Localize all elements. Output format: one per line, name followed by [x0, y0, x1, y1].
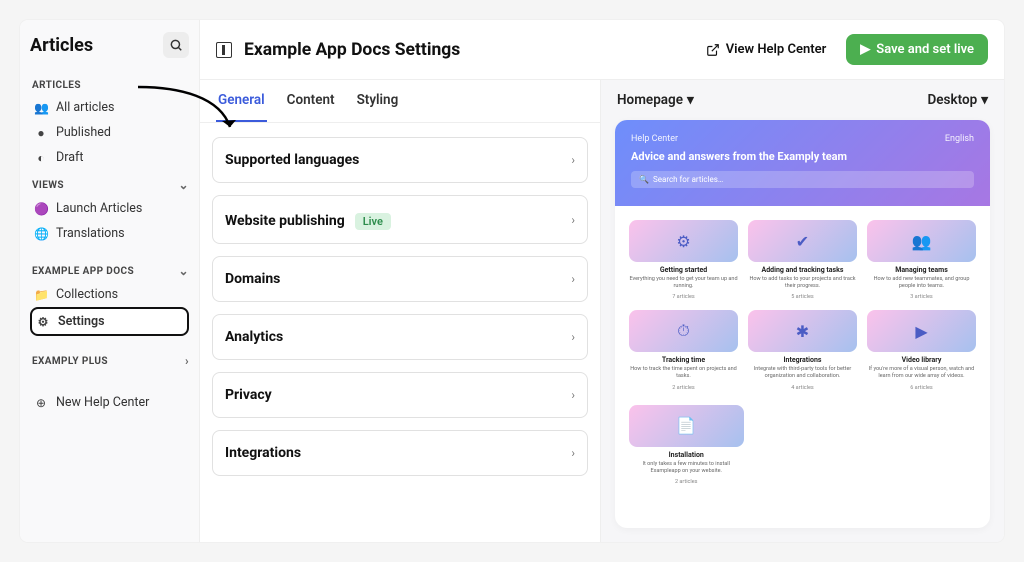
- folder-icon: 📁: [34, 288, 48, 302]
- chevron-down-icon: ⌄: [179, 178, 189, 192]
- sidebar-item-published[interactable]: ● Published: [30, 120, 189, 145]
- sidebar-group-views[interactable]: VIEWS⌄: [32, 178, 189, 192]
- people-icon: 👥: [867, 220, 976, 262]
- doc-icon: 📄: [629, 405, 744, 447]
- sidebar-item-label: Launch Articles: [56, 201, 142, 216]
- layout-icon: [216, 42, 232, 58]
- sidebar-item-label: Collections: [56, 287, 118, 302]
- preview-device-selector[interactable]: Desktop▾: [927, 92, 988, 108]
- search-icon: 🔍: [639, 175, 649, 184]
- sidebar-item-settings[interactable]: ⚙ Settings: [30, 307, 189, 336]
- help-center-preview: Help Center English Advice and answers fr…: [615, 120, 990, 528]
- sidebar-item-launch-articles[interactable]: 🟣 Launch Articles: [30, 196, 189, 221]
- sidebar-item-label: Settings: [58, 314, 105, 329]
- preview-view-selector[interactable]: Homepage▾: [617, 92, 694, 108]
- dot-icon: ●: [34, 126, 48, 140]
- header: Example App Docs Settings View Help Cent…: [200, 20, 1004, 80]
- panel-privacy[interactable]: Privacy›: [212, 372, 588, 418]
- preview-card: ▶Video libraryIf you're more of a visual…: [867, 310, 976, 390]
- save-and-set-live-button[interactable]: ▶ Save and set live: [846, 34, 988, 65]
- check-icon: ✔: [748, 220, 857, 262]
- chevron-right-icon: ›: [571, 388, 575, 402]
- globe-icon: 🌐: [34, 227, 48, 241]
- chevron-right-icon: ›: [571, 330, 575, 344]
- page-title: Example App Docs Settings: [244, 40, 686, 60]
- sidebar: Articles ARTICLES 👥 All articles ● Publish…: [20, 20, 200, 542]
- app-root: Articles ARTICLES 👥 All articles ● Publish…: [20, 20, 1004, 542]
- sidebar-title: Articles: [30, 35, 93, 56]
- plus-circle-icon: ⊕: [34, 396, 48, 410]
- panel-analytics[interactable]: Analytics›: [212, 314, 588, 360]
- preview-card: 👥Managing teamsHow to add new teammates,…: [867, 220, 976, 300]
- rocket-icon: 🟣: [34, 202, 48, 216]
- chevron-right-icon: ›: [571, 213, 575, 227]
- live-badge: Live: [355, 213, 391, 230]
- preview-card: 📄InstallationIt only takes a few minutes…: [629, 405, 744, 485]
- chevron-right-icon: ›: [571, 272, 575, 286]
- preview-card: ✱IntegrationsIntegrate with third-party …: [748, 310, 857, 390]
- sidebar-item-label: All articles: [56, 100, 114, 115]
- half-circle-icon: ◐: [34, 151, 48, 165]
- chevron-right-icon: ›: [571, 153, 575, 167]
- sidebar-item-all-articles[interactable]: 👥 All articles: [30, 95, 189, 120]
- sidebar-item-collections[interactable]: 📁 Collections: [30, 282, 189, 307]
- tab-styling[interactable]: Styling: [355, 80, 401, 122]
- sidebar-item-label: Translations: [56, 226, 125, 241]
- clock-icon: ⏱: [629, 310, 738, 352]
- gear-icon: ⚙: [36, 315, 50, 329]
- integration-icon: ✱: [748, 310, 857, 352]
- tab-content[interactable]: Content: [285, 80, 337, 122]
- preview-locale: English: [945, 134, 974, 144]
- sidebar-group-articles: ARTICLES: [32, 80, 189, 91]
- panel-integrations[interactable]: Integrations›: [212, 430, 588, 476]
- preview-column: Homepage▾ Desktop▾ Help Center English Ad…: [600, 80, 1004, 542]
- preview-card: ✔Adding and tracking tasksHow to add tas…: [748, 220, 857, 300]
- preview-card: ⚙Getting startedEverything you need to g…: [629, 220, 738, 300]
- sidebar-group-docs[interactable]: EXAMPLE APP DOCS⌄: [32, 264, 189, 278]
- chevron-right-icon: ›: [571, 446, 575, 460]
- sidebar-item-label: New Help Center: [56, 395, 149, 410]
- video-icon: ▶: [867, 310, 976, 352]
- preview-headline: Advice and answers from the Examply team: [631, 150, 974, 163]
- caret-down-icon: ▾: [687, 92, 694, 108]
- settings-column: General Content Styling Supported langua…: [200, 80, 600, 542]
- tabs: General Content Styling: [200, 80, 600, 123]
- sidebar-item-new-help-center[interactable]: ⊕ New Help Center: [30, 390, 189, 415]
- play-icon: ▶: [860, 42, 870, 57]
- gears-icon: ⚙: [629, 220, 738, 262]
- people-icon: 👥: [34, 101, 48, 115]
- preview-header: Help Center English Advice and answers fr…: [615, 120, 990, 206]
- caret-down-icon: ▾: [981, 92, 988, 108]
- sidebar-item-label: Draft: [56, 150, 83, 165]
- search-icon[interactable]: [163, 32, 189, 58]
- preview-brand: Help Center: [631, 134, 678, 144]
- view-help-center-link[interactable]: View Help Center: [698, 36, 835, 63]
- sidebar-item-draft[interactable]: ◐ Draft: [30, 145, 189, 170]
- panel-website-publishing[interactable]: Website publishingLive›: [212, 195, 588, 244]
- panel-supported-languages[interactable]: Supported languages›: [212, 137, 588, 183]
- panel-domains[interactable]: Domains›: [212, 256, 588, 302]
- chevron-right-icon: ›: [185, 354, 189, 368]
- chevron-down-icon: ⌄: [179, 264, 189, 278]
- preview-card-grid: ⚙Getting startedEverything you need to g…: [615, 206, 990, 405]
- tab-general[interactable]: General: [216, 80, 267, 122]
- settings-panels: Supported languages› Website publishingL…: [200, 123, 600, 490]
- sidebar-item-translations[interactable]: 🌐 Translations: [30, 221, 189, 246]
- sidebar-group-plus[interactable]: EXAMPLY PLUS›: [32, 354, 189, 368]
- main: Example App Docs Settings View Help Cent…: [200, 20, 1004, 542]
- external-link-icon: [706, 43, 720, 57]
- preview-card: ⏱Tracking timeHow to track the time spen…: [629, 310, 738, 390]
- sidebar-item-label: Published: [56, 125, 111, 140]
- preview-search: 🔍Search for articles…: [631, 171, 974, 188]
